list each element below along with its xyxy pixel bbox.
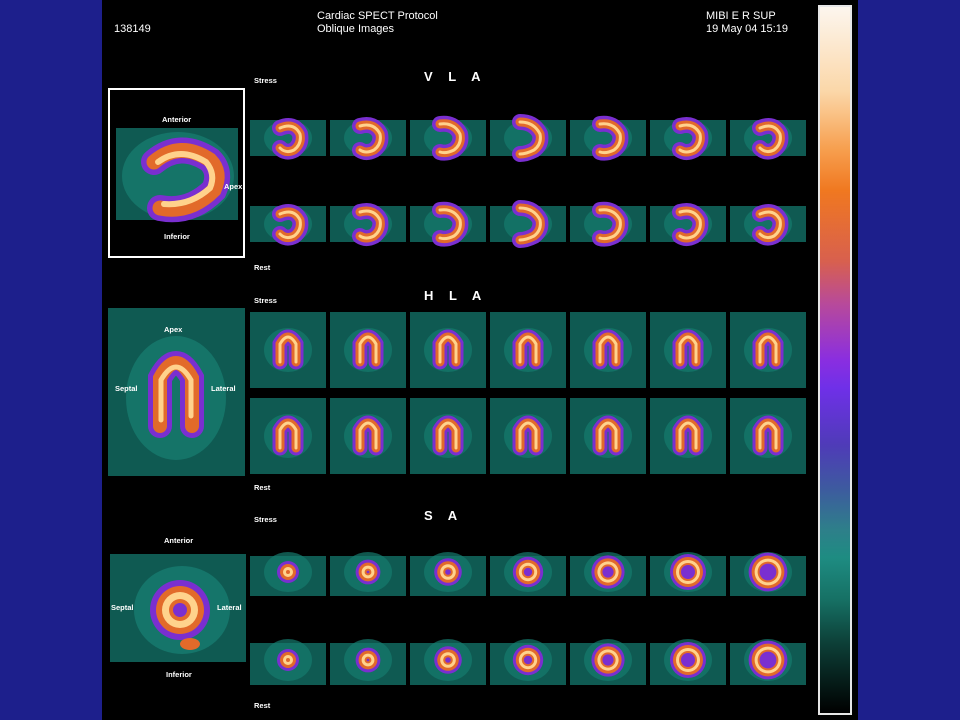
- sa-stress-slice-4: [490, 534, 566, 610]
- hla-rest-label: Rest: [254, 483, 271, 492]
- vla-rest-slice-7: [730, 186, 806, 262]
- protocol-subtitle: Oblique Images: [317, 23, 395, 35]
- sa-rest-label: Rest: [254, 701, 271, 710]
- thermal-colormap-bar: [818, 5, 852, 715]
- study-name: MIBI E R SUP: [706, 10, 776, 22]
- sa-rest-slice-2: [330, 622, 406, 698]
- sa-stress-slice-2: [330, 534, 406, 610]
- hla-stress-slice-1: [250, 312, 326, 388]
- sa-stress-slice-1: [250, 534, 326, 610]
- hla-rest-slice-2: [330, 398, 406, 474]
- sa-rest-slice-4: [490, 622, 566, 698]
- vla-stress-label: Stress: [254, 76, 277, 85]
- hla-stress-slice-4: [490, 312, 566, 388]
- hla-stress-slice-6: [650, 312, 726, 388]
- vla-reference-image: Anterior Inferior Apex: [108, 88, 245, 258]
- vla-stress-slice-1: [250, 100, 326, 176]
- vla-label-anterior: Anterior: [162, 115, 192, 124]
- hla-rest-slice-7: [730, 398, 806, 474]
- vla-stress-slice-3: [410, 100, 486, 176]
- sa-label-septal: Septal: [111, 603, 134, 612]
- vla-label-apex: Apex: [224, 182, 243, 191]
- hla-label-lateral: Lateral: [211, 384, 236, 393]
- sa-title: S A: [424, 508, 464, 523]
- vla-stress-slice-5: [570, 100, 646, 176]
- hla-rest-slice-1: [250, 398, 326, 474]
- hla-rest-slice-5: [570, 398, 646, 474]
- vla-rest-slice-1: [250, 186, 326, 262]
- vla-stress-slice-4: [490, 100, 566, 176]
- sa-label-anterior: Anterior: [164, 536, 194, 545]
- vla-rest-slice-3: [410, 186, 486, 262]
- vla-stress-slice-7: [730, 100, 806, 176]
- sa-stress-slice-5: [570, 534, 646, 610]
- patient-id: 138149: [114, 23, 151, 35]
- sa-stress-slice-6: [650, 534, 726, 610]
- spect-display-panel: 138149 Cardiac SPECT Protocol Oblique Im…: [102, 0, 858, 720]
- hla-rest-slice-4: [490, 398, 566, 474]
- sa-stress-label: Stress: [254, 515, 277, 524]
- hla-stress-slice-5: [570, 312, 646, 388]
- vla-rest-slice-2: [330, 186, 406, 262]
- hla-reference-image: Apex Septal Lateral: [108, 308, 245, 476]
- hla-stress-slice-7: [730, 312, 806, 388]
- vla-label-inferior: Inferior: [164, 232, 190, 241]
- hla-stress-label: Stress: [254, 296, 277, 305]
- vla-rest-slice-6: [650, 186, 726, 262]
- hla-label-septal: Septal: [115, 384, 138, 393]
- hla-stress-slice-3: [410, 312, 486, 388]
- vla-rest-label: Rest: [254, 263, 271, 272]
- sa-rest-slice-7: [730, 622, 806, 698]
- hla-rest-slice-3: [410, 398, 486, 474]
- vla-rest-slice-5: [570, 186, 646, 262]
- sa-label-inferior: Inferior: [166, 670, 192, 679]
- hla-title: H L A: [424, 288, 488, 303]
- vla-stress-slice-6: [650, 100, 726, 176]
- hla-label-apex: Apex: [164, 325, 183, 334]
- hla-rest-slice-6: [650, 398, 726, 474]
- hla-stress-slice-2: [330, 312, 406, 388]
- sa-rest-slice-1: [250, 622, 326, 698]
- sa-label-lateral: Lateral: [217, 603, 242, 612]
- sa-rest-slice-5: [570, 622, 646, 698]
- sa-reference-image: Anterior Inferior Septal Lateral: [108, 532, 248, 682]
- vla-title: V L A: [424, 69, 487, 84]
- study-datetime: 19 May 04 15:19: [706, 23, 788, 35]
- protocol-title: Cardiac SPECT Protocol: [317, 10, 438, 22]
- vla-stress-slice-2: [330, 100, 406, 176]
- sa-stress-slice-3: [410, 534, 486, 610]
- sa-stress-slice-7: [730, 534, 806, 610]
- vla-rest-slice-4: [490, 186, 566, 262]
- sa-rest-slice-3: [410, 622, 486, 698]
- sa-rest-slice-6: [650, 622, 726, 698]
